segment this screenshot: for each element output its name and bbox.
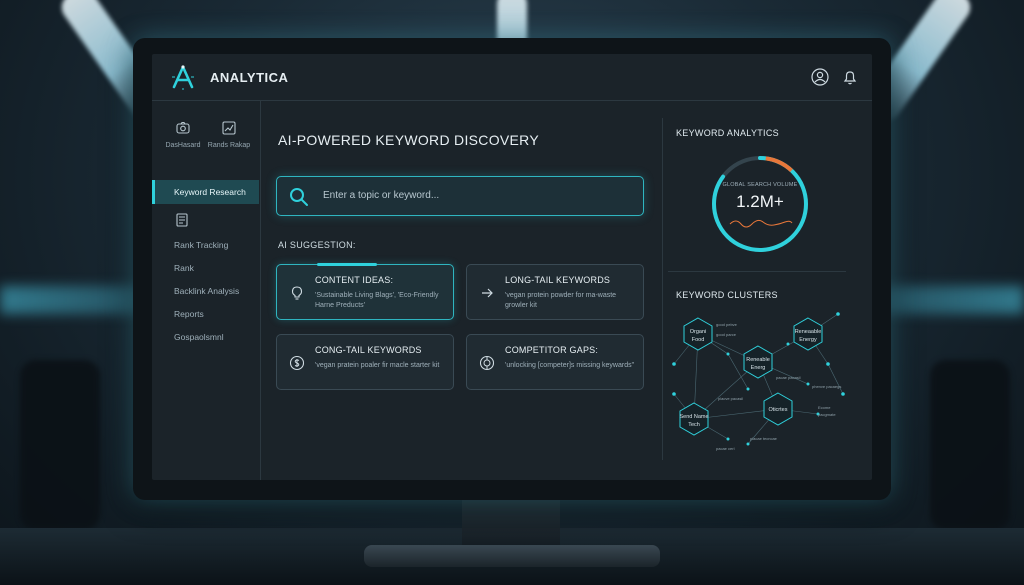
page-title: AI-POWERED KEYWORD DISCOVERY	[278, 132, 539, 148]
suggestion-card-competitor-gaps[interactable]: COMPETITOR GAPS: 'unlocking [competer]s …	[466, 334, 644, 390]
sidebar-item-rank[interactable]: Rank	[152, 263, 259, 273]
document-icon[interactable]	[174, 212, 190, 228]
sidebar-item-backlink-analysis[interactable]: Backlink Analysis	[152, 286, 259, 296]
card-highlight-bar	[317, 263, 377, 266]
cluster-node-label: Food	[692, 337, 705, 343]
chart-icon	[222, 121, 236, 135]
sidebar-item-label: Keyword Research	[174, 187, 246, 197]
sidebar-item-label: Backlink Analysis	[174, 286, 240, 296]
sidebar-item-label: Rands Rakap	[207, 142, 251, 149]
cluster-small-label: placve pacasil	[718, 396, 743, 401]
gap-icon	[479, 355, 495, 371]
cluster-node-label: Send Name	[679, 414, 708, 420]
suggestion-card-content-ideas[interactable]: CONTENT IDEAS: 'Sustainable Living Blags…	[276, 263, 454, 320]
sidebar-item-label: DasHasard	[165, 142, 201, 149]
chair	[20, 360, 100, 530]
gauge-label: GLOBAL SEARCH VOLUME	[722, 182, 798, 188]
cluster-small-label: good parce	[716, 332, 737, 337]
keyword-cluster-graph: Organi Food Reneaable Energy Reneable En…	[672, 312, 845, 451]
sidebar: DasHasard Rands Rakap Keyword Research R…	[152, 100, 261, 480]
sidebar-item-rank-tracking[interactable]: Rank Tracking	[152, 240, 259, 250]
chair	[930, 360, 1010, 530]
cluster-small-label: pacae cerl	[716, 446, 735, 451]
card-text: 'vegan pratein poaler fir macle starter …	[315, 362, 440, 369]
panel-divider	[668, 271, 846, 272]
top-bar: ANALYTICA	[152, 54, 872, 101]
cluster-small-label: pacgmate	[818, 412, 836, 417]
card-text: 'vegan protein powder for ma-waste growl…	[505, 292, 617, 309]
cluster-node-label: Organi	[690, 329, 707, 335]
camera-icon	[176, 121, 190, 134]
cluster-node-label: Reneable	[746, 357, 770, 363]
dollar-icon	[289, 355, 305, 371]
cluster-node-label: Tech	[688, 422, 700, 428]
suggestion-card-long-tail-keywords[interactable]: LONG-TAIL KEYWORDS 'vegan protein powder…	[466, 264, 644, 320]
lightbulb-icon	[291, 286, 303, 300]
search-placeholder: Enter a topic or keyword...	[323, 190, 440, 201]
card-title: CONTENT IDEAS:	[315, 275, 394, 285]
card-text: 'Sustainable Living Blags', 'Eco-Friendl…	[315, 292, 439, 309]
cluster-small-label: pacae pacasil	[776, 375, 801, 380]
gauge-sparkline	[729, 219, 793, 228]
sidebar-item-rands-rakap[interactable]: Rands Rakap	[204, 120, 254, 149]
app-screen: ANALYTICA DasHasard Rands Rakap Keyword …	[152, 54, 872, 480]
logo-icon	[172, 65, 194, 90]
gauge-value: 1.2M+	[736, 192, 784, 211]
cluster-small-label: good pebve	[716, 322, 738, 327]
search-input[interactable]: Enter a topic or keyword...	[276, 176, 644, 216]
cluster-node-label: Reneaable	[795, 329, 822, 335]
bell-icon[interactable]	[841, 68, 859, 86]
brand-name: ANALYTICA	[210, 70, 289, 85]
sidebar-item-label: Rank	[174, 263, 194, 273]
card-text: 'unlocking [competer]s missing keywards"	[505, 362, 635, 369]
monitor-stand	[462, 496, 560, 548]
cluster-small-label: Ecome	[818, 405, 831, 410]
ai-suggestion-label: AI SUGGESTION:	[278, 240, 356, 250]
monitor-base	[364, 545, 660, 567]
keyword-clusters-title: KEYWORD CLUSTERS	[676, 290, 778, 300]
cluster-small-label: phenve pacaegs	[812, 384, 841, 389]
card-title: LONG-TAIL KEYWORDS	[505, 275, 611, 285]
sidebar-item-keyword-research[interactable]: Keyword Research	[152, 180, 259, 204]
cluster-node-label: Oticrtes	[769, 407, 788, 413]
monitor: ANALYTICA DasHasard Rands Rakap Keyword …	[133, 38, 891, 500]
suggestion-card-cong-tail-keywords[interactable]: CONG-TAIL KEYWORDS 'vegan pratein poaler…	[276, 334, 454, 390]
arrow-right-icon	[482, 288, 493, 298]
card-title: COMPETITOR GAPS:	[505, 345, 599, 355]
search-icon	[290, 188, 308, 206]
keyword-analytics-title: KEYWORD ANALYTICS	[676, 128, 779, 138]
sidebar-item-reports[interactable]: Reports	[152, 309, 259, 319]
sidebar-item-label: Gospaolsmnl	[174, 332, 224, 342]
panel-divider	[662, 118, 663, 460]
card-title: CONG-TAIL KEYWORDS	[315, 345, 422, 355]
cluster-node-label: Energy	[799, 337, 817, 343]
cluster-small-label: placae tecncae	[750, 436, 778, 441]
sidebar-item-dashboard[interactable]: DasHasard	[158, 120, 208, 149]
sidebar-item-label: Rank Tracking	[174, 240, 229, 250]
sidebar-item-label: Reports	[174, 309, 204, 319]
cluster-node-label: Energ	[751, 365, 766, 371]
user-icon[interactable]	[811, 68, 829, 86]
sidebar-item-gospaolsmnl[interactable]: Gospaolsmnl	[152, 332, 259, 342]
